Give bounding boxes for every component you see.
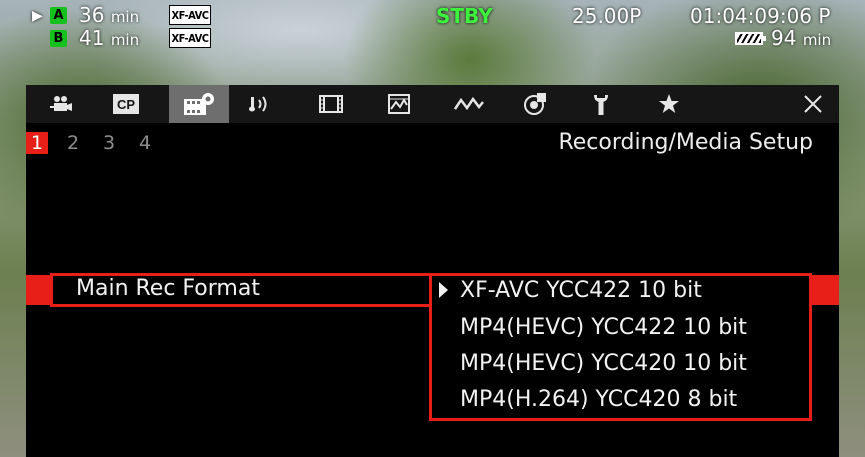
recording-setup-icon [184,93,214,115]
custom-function-icon [524,93,546,115]
slot-b-unit: min [110,31,140,49]
slot-b-time: 41 [79,26,105,50]
waveform-icon [454,96,484,111]
slot-a-unit: min [110,8,140,26]
cp-icon: CP [113,94,139,114]
option-mp4-h264-420-8bit[interactable]: MP4(H.264) YCC420 8 bit [460,387,737,412]
menu-tab-bar: CP [26,85,839,123]
slot-a-remaining: 36 min [79,4,139,28]
star-icon [659,94,679,113]
close-menu-button[interactable] [795,85,831,123]
battery-unit: min [802,31,832,49]
tab-cp[interactable]: CP [103,85,149,123]
slot-a-tag: A [50,7,67,24]
slot-a-arrow-icon: ▶ [32,8,43,24]
option-xf-avc-422-10bit[interactable]: XF-AVC YCC422 10 bit [460,278,702,303]
audio-icon [249,96,267,112]
main-rec-format-item[interactable]: Main Rec Format [76,276,260,301]
page-3[interactable]: 3 [98,132,120,154]
slot-b-codec: XF-AVC [169,28,211,48]
option-mp4-hevc-422-10bit[interactable]: MP4(HEVC) YCC422 10 bit [460,315,747,340]
slot-b-tag: B [50,30,67,47]
film-icon [319,95,343,113]
wrench-icon [594,95,608,115]
page-1[interactable]: 1 [26,132,48,154]
standby-indicator: STBY [436,4,493,28]
option-mp4-hevc-420-10bit[interactable]: MP4(HEVC) YCC420 10 bit [460,351,747,376]
camera-icon [50,96,72,111]
cp-icon-label: CP [117,97,135,112]
battery-remaining: 94 min [771,27,831,51]
tab-custom-function[interactable] [512,85,558,123]
selection-marker-left [26,275,50,305]
page-2[interactable]: 2 [62,132,84,154]
frame-rate: 25.00P [572,4,642,28]
battery-value: 94 [771,26,797,50]
slot-a-codec: XF-AVC [169,5,211,25]
timecode: 01:04:09:06 P [690,4,831,28]
menu-panel: CP 1 2 3 4 Recording/Media Setup Main Re… [26,85,839,457]
menu-title: Recording/Media Setup [558,130,813,155]
tab-waveform[interactable] [446,85,492,123]
battery-icon [735,32,766,45]
page-4[interactable]: 4 [134,132,156,154]
close-icon [804,95,822,113]
tab-camera[interactable] [39,85,85,123]
tab-display-assist[interactable] [376,85,422,123]
tab-audio[interactable] [239,85,285,123]
slot-b-remaining: 41 min [79,27,139,51]
tab-my-menu[interactable] [646,85,692,123]
tab-recording-setup[interactable] [169,85,229,123]
tab-film[interactable] [308,85,354,123]
tab-setup[interactable] [578,85,624,123]
status-bar: ▶ A 36 min XF-AVC B 41 min XF-AVC STBY 2… [0,0,865,85]
selection-marker-right [812,275,839,305]
display-assist-icon [388,94,410,114]
slot-a-time: 36 [79,3,105,27]
